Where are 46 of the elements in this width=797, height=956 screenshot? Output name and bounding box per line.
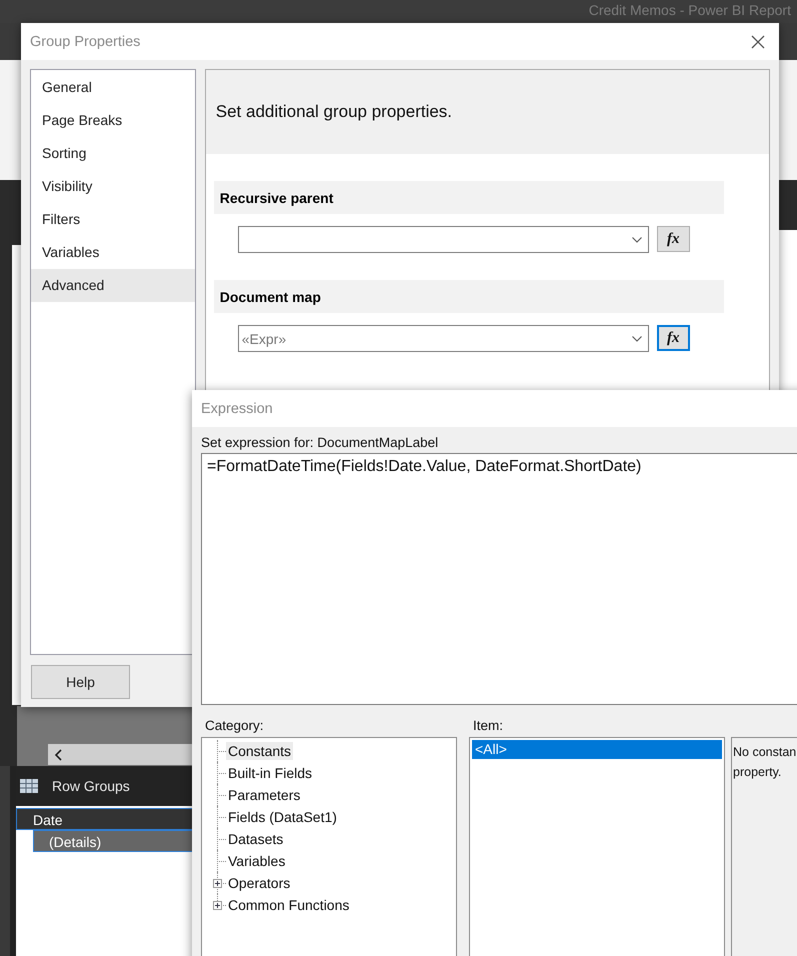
close-icon[interactable] — [751, 34, 765, 48]
expression-editor[interactable]: =FormatDateTime(Fields!Date.Value, DateFormat.ShortDate) — [201, 453, 797, 705]
scroll-left-icon[interactable] — [54, 748, 64, 760]
item-list-entry[interactable]: <All> — [472, 740, 722, 759]
category-item[interactable]: Operators — [226, 874, 292, 892]
expression-text: =FormatDateTime(Fields!Date.Value, DateFormat.ShortDate) — [207, 458, 642, 475]
page-list-item[interactable]: Page Breaks — [31, 104, 195, 137]
category-item[interactable]: Built-in Fields — [226, 764, 314, 782]
section-title: Document map — [220, 288, 321, 304]
page-list-item[interactable]: Variables — [31, 236, 195, 269]
expression-button[interactable]: fx — [656, 325, 690, 351]
combo-box[interactable]: «Expr» — [238, 325, 649, 352]
row-group-item[interactable]: Date — [16, 808, 193, 830]
page-list-item[interactable]: Advanced — [31, 269, 195, 302]
category-item[interactable]: Parameters — [226, 786, 302, 804]
table-icon — [20, 779, 38, 793]
app-window-title: Credit Memos - Power BI Report — [588, 2, 791, 18]
description-text: No constan — [733, 744, 797, 761]
category-item[interactable]: Variables — [226, 852, 288, 870]
dialog-title: Group Properties — [30, 34, 140, 50]
expression-prompt: Set expression for: DocumentMapLabel — [201, 435, 440, 450]
caret-icon[interactable] — [632, 236, 642, 242]
caret-icon[interactable] — [632, 336, 642, 342]
dialog-title: Expression — [201, 400, 273, 416]
category-item[interactable]: Fields (DataSet1) — [226, 808, 339, 826]
category-item[interactable]: Datasets — [226, 830, 286, 848]
category-item[interactable]: Constants — [226, 742, 294, 760]
row-group-item[interactable]: (Details) — [33, 830, 193, 852]
expand-icon[interactable] — [213, 879, 222, 888]
page-list-item[interactable]: Visibility — [31, 170, 195, 203]
item-label: Item: — [472, 718, 504, 735]
combo-value: «Expr» — [242, 330, 286, 346]
page-list-item[interactable]: Sorting — [31, 137, 195, 170]
help-button[interactable]: Help — [31, 665, 130, 699]
horizontal-scrollbar[interactable] — [48, 744, 193, 765]
expand-icon[interactable] — [213, 901, 222, 910]
category-item[interactable]: Common Functions — [226, 896, 352, 914]
description-text: property. — [733, 764, 782, 781]
panel-title: Row Groups — [52, 778, 130, 794]
expression-button[interactable]: fx — [656, 226, 690, 252]
combo-box[interactable] — [238, 226, 649, 253]
page-list-item[interactable]: Filters — [31, 203, 195, 236]
page-list-item[interactable]: General — [31, 71, 195, 104]
category-label: Category: — [204, 718, 265, 735]
section-title: Recursive parent — [220, 190, 334, 206]
panel-heading: Set additional group properties. — [216, 102, 452, 122]
